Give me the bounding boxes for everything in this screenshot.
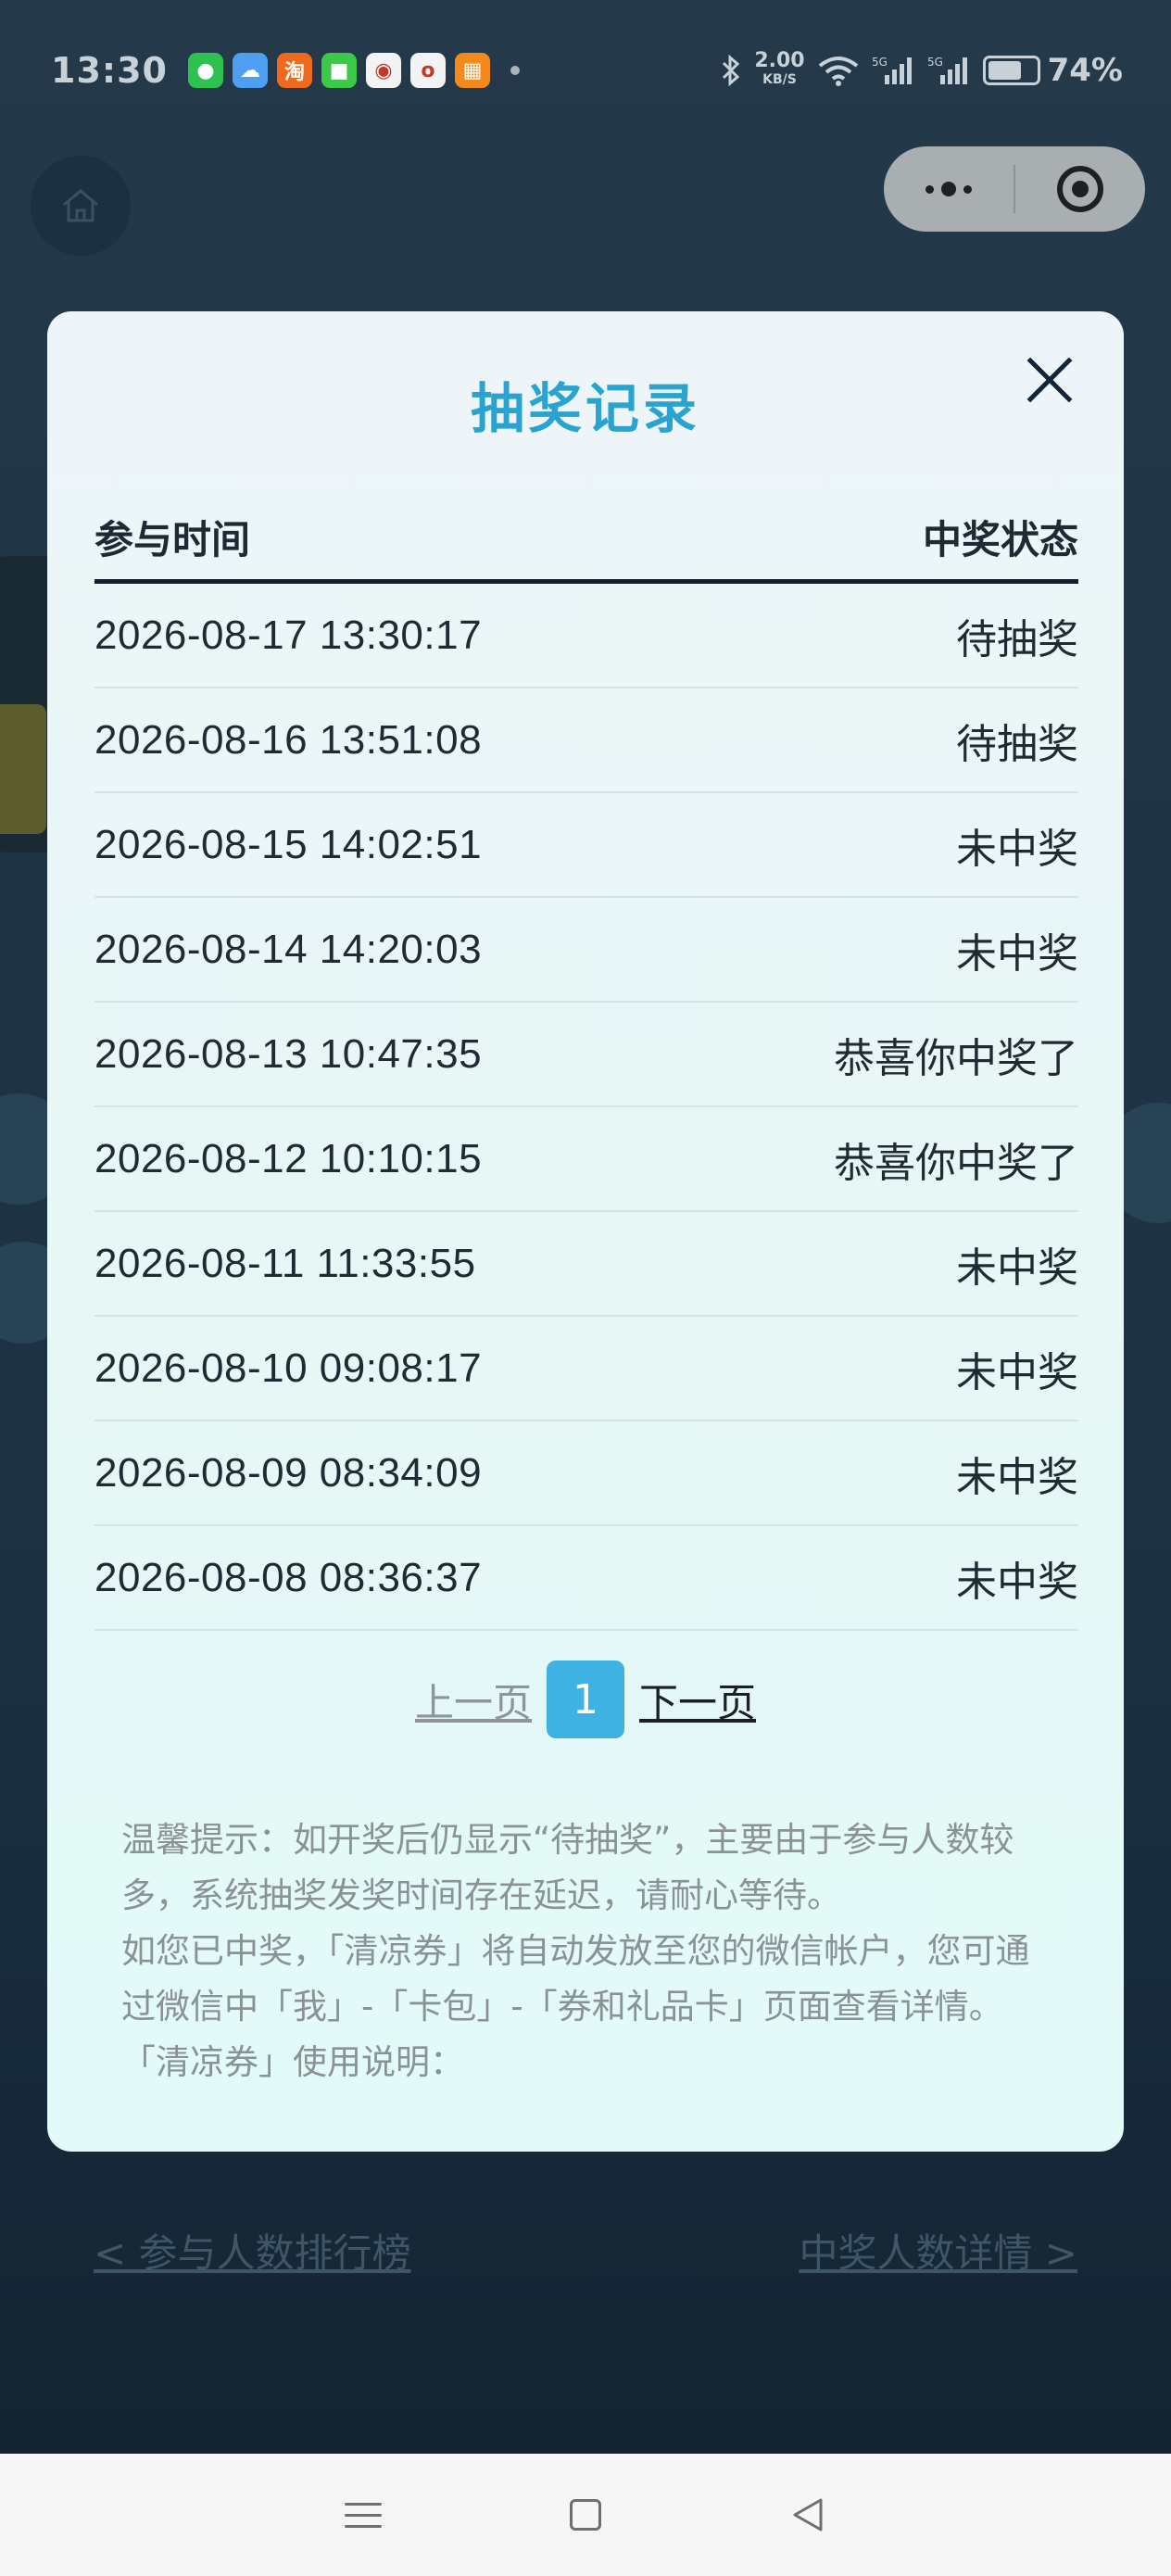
row-time: 2026-08-09 08:34:09	[94, 1449, 483, 1496]
table-row: 2026-08-17 13:30:17 待抽奖	[94, 584, 1078, 688]
row-status: 未中奖	[956, 1244, 1078, 1292]
status-time: 13:30	[51, 50, 168, 91]
battery-icon	[982, 56, 1040, 85]
table-row: 2026-08-12 10:10:15 恭喜你中奖了	[94, 1107, 1078, 1212]
home-icon	[63, 189, 98, 222]
close-icon[interactable]	[1024, 354, 1076, 406]
messages-icon: ■	[321, 53, 357, 88]
close-miniprogram-button[interactable]	[1015, 166, 1145, 212]
home-square-icon[interactable]	[569, 2499, 601, 2531]
table-body: 2026-08-17 13:30:17 待抽奖 2026-08-16 13:51:0…	[94, 584, 1078, 1631]
weather-icon: ☁	[232, 53, 268, 88]
row-time: 2026-08-13 10:47:35	[94, 1030, 483, 1077]
dot-icon	[941, 182, 956, 196]
row-time: 2026-08-15 14:02:51	[94, 821, 483, 867]
row-status: 未中奖	[956, 1558, 1078, 1606]
row-status: 待抽奖	[956, 615, 1078, 663]
dot-icon	[963, 184, 972, 194]
signal-5g-icon: 5G	[872, 56, 912, 84]
table-row: 2026-08-10 09:08:17 未中奖	[94, 1317, 1078, 1421]
row-time: 2026-08-16 13:51:08	[94, 716, 483, 763]
table-row: 2026-08-15 14:02:51 未中奖	[94, 793, 1078, 898]
table-row: 2026-08-08 08:36:37 未中奖	[94, 1526, 1078, 1631]
tips-text: 温馨提示：如开奖后仍显示“待抽奖”，主要由于参与人数较多，系统抽奖发奖时间存在延…	[121, 1812, 1057, 2090]
dot-icon	[925, 184, 934, 194]
current-page[interactable]: 1	[547, 1661, 624, 1738]
net-speed: 2.00 KB/S	[754, 49, 805, 89]
battery: 74%	[982, 52, 1123, 89]
table-row: 2026-08-11 11:33:55 未中奖	[94, 1212, 1078, 1317]
bank-icon: ◉	[365, 53, 401, 88]
row-status: 未中奖	[956, 1348, 1078, 1396]
row-time: 2026-08-12 10:10:15	[94, 1135, 483, 1181]
net-speed-value: 2.00	[754, 49, 805, 72]
more-options-button[interactable]	[884, 182, 1014, 196]
row-status: 待抽奖	[956, 720, 1078, 768]
battery-percent: 74%	[1047, 52, 1123, 89]
menu-icon[interactable]	[344, 2502, 382, 2528]
illustration-vest	[0, 704, 46, 834]
lottery-records-modal: 抽奖记录 参与时间 中奖状态 2026-08-17 13:30:17 待抽奖 202…	[47, 311, 1124, 2152]
row-time: 2026-08-14 14:20:03	[94, 926, 483, 972]
table-row: 2026-08-16 13:51:08 待抽奖	[94, 688, 1078, 793]
row-time: 2026-08-17 13:30:17	[94, 612, 483, 658]
table-row: 2026-08-09 08:34:09 未中奖	[94, 1421, 1078, 1526]
status-bar: 13:30 ● ☁ 淘 ■ ◉ o ▦ 2.00 KB/S 5G 5G 74%	[0, 37, 1171, 104]
bluetooth-icon	[723, 55, 740, 86]
records-table: 参与时间 中奖状态 2026-08-17 13:30:17 待抽奖 2026-08-…	[94, 495, 1078, 1631]
next-page-link[interactable]: 下一页	[639, 1672, 756, 1728]
video-icon: ▦	[454, 53, 490, 88]
pagination: 上一页 1 下一页	[47, 1661, 1124, 1738]
row-time: 2026-08-11 11:33:55	[94, 1240, 476, 1286]
miniprogram-capsule	[884, 146, 1145, 232]
ranking-link[interactable]: < 参与人数排行榜	[94, 2222, 411, 2279]
row-status: 恭喜你中奖了	[834, 1139, 1078, 1187]
modal-title: 抽奖记录	[470, 377, 700, 440]
signal-5g-icon-2: 5G	[927, 56, 967, 84]
row-time: 2026-08-08 08:36:37	[94, 1554, 483, 1600]
tip-paragraph: 「清凉券」使用说明：	[121, 2042, 464, 2082]
background-links: < 参与人数排行榜 中奖人数详情 >	[94, 2222, 1077, 2279]
target-icon	[1057, 166, 1103, 212]
row-time: 2026-08-10 09:08:17	[94, 1345, 483, 1391]
row-status: 恭喜你中奖了	[834, 1034, 1078, 1082]
row-status: 未中奖	[956, 825, 1078, 873]
notification-icons: ● ☁ 淘 ■ ◉ o ▦	[187, 53, 490, 88]
row-status: 未中奖	[956, 1453, 1078, 1501]
prev-page-link[interactable]: 上一页	[415, 1672, 532, 1728]
row-status: 未中奖	[956, 929, 1078, 978]
net-speed-unit: KB/S	[762, 72, 797, 87]
winner-details-link[interactable]: 中奖人数详情 >	[799, 2222, 1077, 2279]
oppo-icon: o	[409, 53, 446, 88]
header-participation-time: 参与时间	[94, 517, 251, 562]
wifi-icon	[818, 57, 858, 86]
table-header: 参与时间 中奖状态	[94, 495, 1078, 584]
svg-text:5G: 5G	[927, 56, 943, 69]
wechat-icon: ●	[187, 53, 223, 88]
taobao-icon: 淘	[276, 53, 312, 88]
tip-paragraph: 温馨提示：如开奖后仍显示“待抽奖”，主要由于参与人数较多，系统抽奖发奖时间存在延…	[121, 1820, 1014, 1915]
status-right: 2.00 KB/S 5G 5G 74%	[721, 49, 1123, 89]
navigation-bar	[0, 2454, 1171, 2576]
header-win-status: 中奖状态	[922, 517, 1078, 562]
svg-text:5G: 5G	[872, 56, 888, 69]
back-icon[interactable]	[789, 2496, 826, 2533]
tip-paragraph: 如您已中奖，「清凉券」将自动发放至您的微信帐户，您可通过微信中「我」-「卡包」-…	[121, 1931, 1030, 2027]
table-row: 2026-08-14 14:20:03 未中奖	[94, 898, 1078, 1003]
table-row: 2026-08-13 10:47:35 恭喜你中奖了	[94, 1003, 1078, 1107]
home-button[interactable]	[31, 156, 131, 256]
more-notifications-icon	[510, 66, 520, 75]
